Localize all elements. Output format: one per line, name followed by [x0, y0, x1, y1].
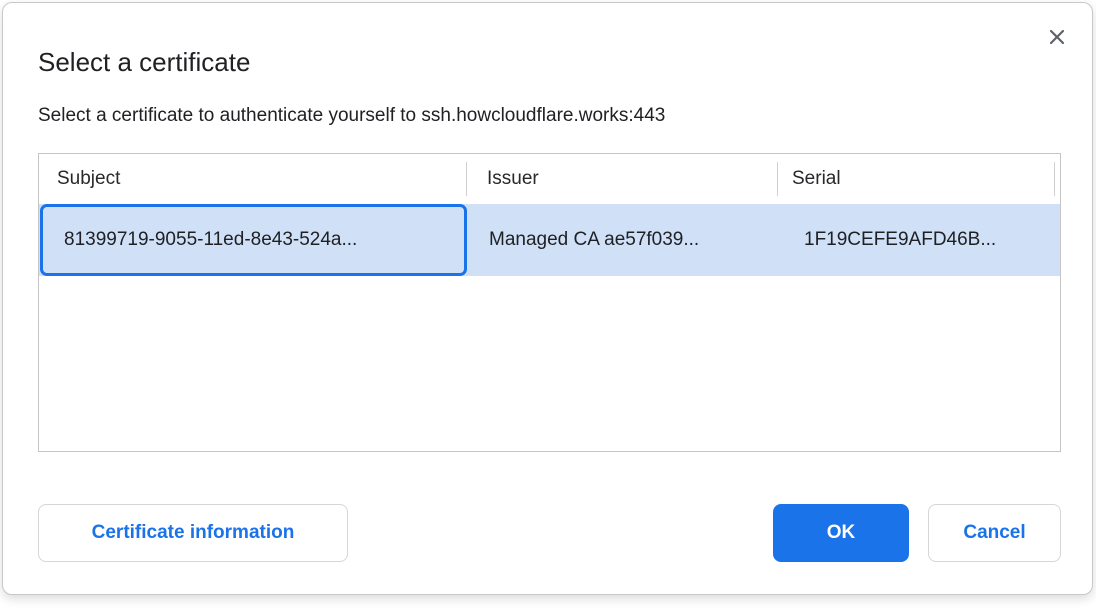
cell-serial: 1F19CEFE9AFD46B... [804, 204, 996, 276]
column-divider [777, 162, 778, 196]
ok-button[interactable]: OK [773, 504, 909, 562]
column-divider [1054, 162, 1055, 196]
close-icon [1047, 27, 1067, 47]
column-header-serial: Serial [792, 154, 841, 204]
certificate-information-button[interactable]: Certificate information [38, 504, 348, 562]
close-button[interactable] [1045, 25, 1069, 49]
certificate-select-dialog: Select a certificate Select a certificat… [2, 2, 1093, 595]
dialog-subtitle: Select a certificate to authenticate you… [38, 104, 665, 128]
cell-issuer: Managed CA ae57f039... [489, 204, 699, 276]
cell-subject: 81399719-9055-11ed-8e43-524a... [64, 204, 357, 276]
dialog-title: Select a certificate [38, 47, 250, 77]
table-header: Subject Issuer Serial [39, 154, 1060, 204]
certificate-row-selected[interactable]: 81399719-9055-11ed-8e43-524a... Managed … [39, 204, 1060, 276]
cancel-button[interactable]: Cancel [928, 504, 1061, 562]
column-divider [466, 162, 467, 196]
column-header-issuer: Issuer [487, 154, 539, 204]
column-header-subject: Subject [57, 154, 120, 204]
certificate-table: Subject Issuer Serial 81399719-9055-11ed… [38, 153, 1061, 452]
